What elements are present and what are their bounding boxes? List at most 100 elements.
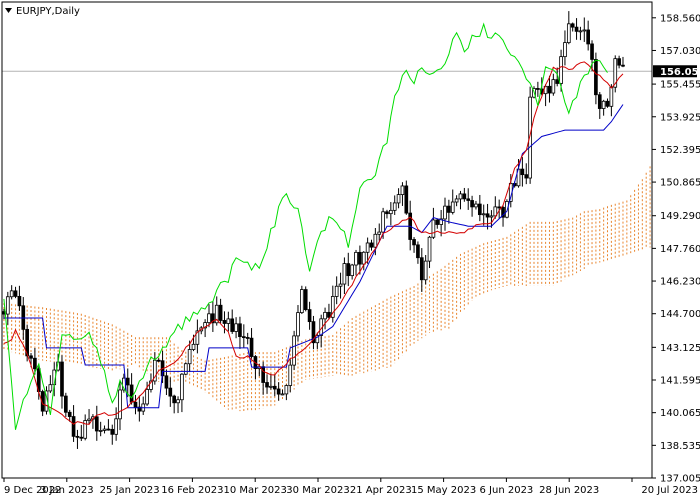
candle-body-bull <box>566 23 571 44</box>
candle-body-bull <box>98 430 103 432</box>
candle-body-bear <box>594 58 598 96</box>
price-axis[interactable]: 158.560 157.030 155.455 153.925 152.395 150.8… <box>652 13 700 485</box>
candle-body-bull <box>288 364 293 386</box>
candle-body-bull <box>373 233 378 248</box>
candle-body-bear <box>485 213 490 218</box>
candle-body-bull <box>427 236 432 262</box>
y-tick-label: 137.005 <box>660 474 700 485</box>
candle-body-bear <box>156 359 161 362</box>
candle-body-bull <box>226 318 231 324</box>
candle-body-bear <box>64 395 68 413</box>
current-price-badge: 156.056 <box>653 65 700 78</box>
candle-body-bull <box>609 86 614 107</box>
candle-body-bear <box>477 203 482 216</box>
candle-body-bear <box>129 384 134 403</box>
x-tick-label: 30 Mar 2023 <box>286 485 349 496</box>
candle-body-bear <box>133 401 138 408</box>
candle-body-bull <box>9 290 14 298</box>
candle-body-bull <box>431 219 436 238</box>
x-tick-label: 20 Jul 2023 <box>641 485 698 496</box>
candle-body-bear <box>272 385 277 390</box>
candle-body-bear <box>447 205 451 213</box>
price-badge-label: 156.056 <box>660 67 700 78</box>
y-tick-label: 155.455 <box>660 80 700 91</box>
candle-body-bull <box>87 418 91 421</box>
candle-body-bear <box>470 200 474 208</box>
candle-body-bear <box>245 337 250 339</box>
candle-body-bear <box>462 193 467 200</box>
candle-body-bear <box>230 318 235 332</box>
y-tick-label: 149.290 <box>660 211 700 222</box>
candle-body-bear <box>94 416 99 432</box>
candle-body-bull <box>365 242 370 253</box>
candle-body-bear <box>106 428 111 431</box>
candle-body-bull <box>481 213 486 216</box>
candle-body-bull <box>300 289 304 314</box>
candle-body-bear <box>416 244 420 259</box>
candle-body-bear <box>164 375 169 389</box>
candle-body-bear <box>125 377 130 386</box>
y-tick-label: 157.030 <box>660 46 700 57</box>
x-tick-label: 3 Jan 2023 <box>40 485 94 496</box>
x-tick-label: 16 Feb 2023 <box>161 485 223 496</box>
candle-body-bear <box>79 436 84 439</box>
candle-body-bear <box>33 357 37 370</box>
candle-body-bull <box>474 203 478 208</box>
chart-window: 158.560 157.030 155.455 153.925 152.395 150.8… <box>0 0 700 500</box>
candle-body-bear <box>13 290 18 297</box>
candle-body-bull <box>5 296 10 315</box>
candle-body-bull <box>145 389 149 405</box>
candle-body-bear <box>605 100 610 107</box>
y-tick-label: 153.925 <box>660 112 700 123</box>
candle-body-bear <box>276 388 281 395</box>
candle-body-bull <box>377 231 382 235</box>
candle-body-bull <box>551 79 556 94</box>
candle-body-bear <box>497 206 502 209</box>
symbol-label: EURJPY,Daily <box>16 6 80 17</box>
candle-body-bull <box>284 385 289 395</box>
candle-body-bull <box>350 264 354 277</box>
candle-body-bull <box>450 201 455 213</box>
candle-body-bull <box>342 263 347 285</box>
candle-body-bear <box>597 94 602 109</box>
candle-body-bull <box>601 100 606 109</box>
candle-body-bear <box>412 239 416 246</box>
x-tick-label: 6 Jun 2023 <box>480 485 534 496</box>
candle-body-bear <box>71 416 76 437</box>
candle-body-bull <box>176 399 180 404</box>
y-tick-label: 141.595 <box>660 376 700 387</box>
candle-body-bull <box>454 198 459 203</box>
candle-body-bull <box>280 393 285 396</box>
candle-body-bull <box>48 384 53 392</box>
candle-body-bear <box>520 168 525 176</box>
candle-body-bull <box>381 211 385 233</box>
candle-body-bull <box>114 418 118 435</box>
candle-body-bull <box>323 311 327 320</box>
candle-body-bear <box>570 23 575 28</box>
y-tick-label: 138.535 <box>660 441 700 452</box>
candle-body-bull <box>296 312 300 337</box>
x-tick-label: 15 May 2023 <box>411 485 476 496</box>
candle-body-bear <box>555 79 560 84</box>
candle-body-bull <box>191 343 196 350</box>
candle-body-bear <box>621 64 625 67</box>
candle-body-bear <box>466 198 471 201</box>
candle-body-bear <box>172 395 177 404</box>
candle-body-bull <box>563 42 567 58</box>
candle-body-bear <box>67 411 72 417</box>
candle-body-bull <box>207 313 211 324</box>
candle-body-bull <box>489 215 494 218</box>
y-tick-label: 146.230 <box>660 277 700 288</box>
candle-body-bear <box>590 43 594 60</box>
candle-body-bear <box>404 185 409 214</box>
candle-body-bear <box>385 211 389 215</box>
candle-body-bull <box>389 209 393 215</box>
candle-body-bear <box>238 323 242 338</box>
candle-body-bear <box>536 88 540 90</box>
candle-body-bull <box>234 323 238 332</box>
candle-body-bear <box>249 337 254 357</box>
chart-canvas[interactable]: 158.560 157.030 155.455 153.925 152.395 150.8… <box>0 0 700 500</box>
y-tick-label: 140.065 <box>660 408 700 419</box>
candle-body-bull <box>334 285 339 297</box>
candle-body-bull <box>183 363 188 375</box>
